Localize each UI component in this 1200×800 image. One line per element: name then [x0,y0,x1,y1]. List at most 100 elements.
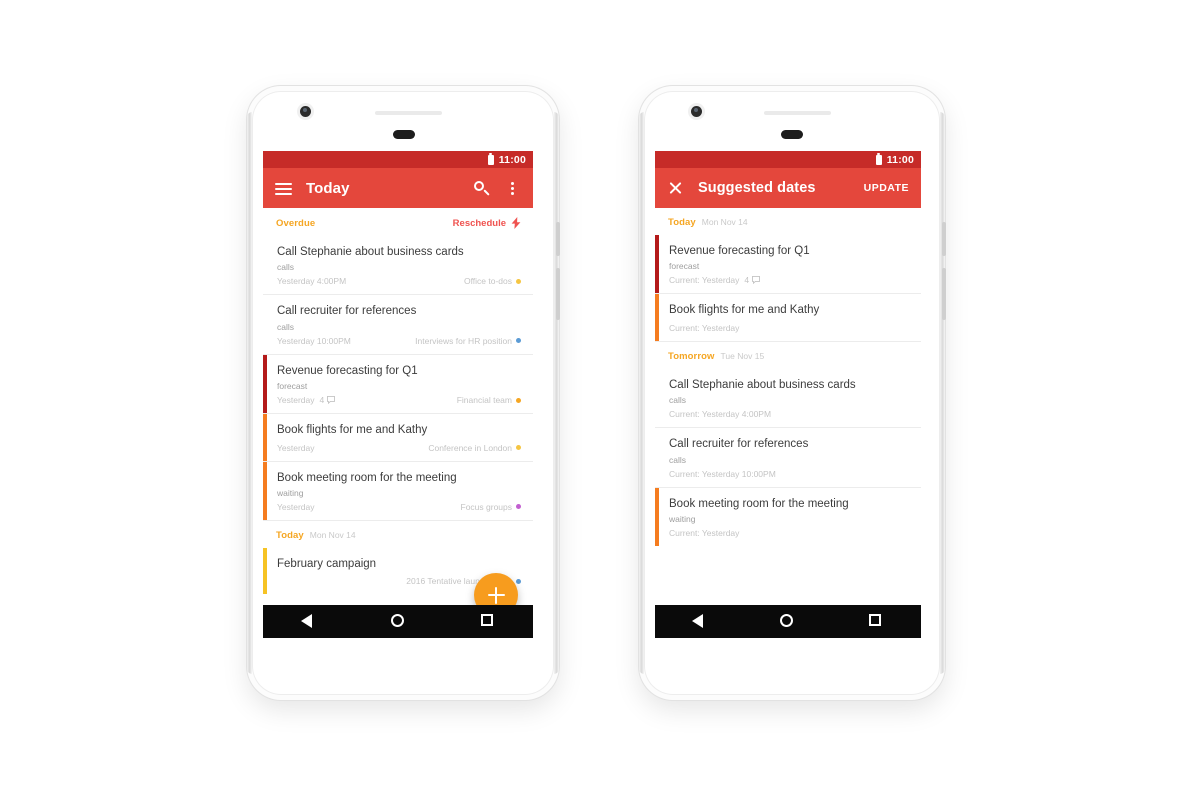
task-row[interactable]: Call recruiter for references calls Yest… [263,295,533,355]
status-bar-left: 11:00 [263,151,533,168]
priority-bar [263,461,267,520]
task-title: Revenue forecasting for Q1 [669,245,810,257]
nav-home-icon[interactable] [390,614,406,629]
task-subtitle: calls [669,454,687,465]
task-row[interactable]: Call Stephanie about business cards call… [263,236,533,296]
section-label: Today [668,217,696,228]
nav-recents-icon[interactable] [480,614,496,629]
hamburger-menu-icon[interactable] [275,180,292,197]
task-meta: Current: Yesterday [669,323,909,333]
task-due-text: Current: Yesterday [669,322,740,333]
priority-bar [655,235,659,294]
task-row[interactable]: Call Stephanie about business cards call… [655,368,921,429]
task-due: Current: Yesterday [669,323,739,333]
task-tag-label: Office to-dos [463,276,512,287]
reschedule-action[interactable]: Reschedule [453,217,521,229]
section-label-group: Today Mon Nov 14 [276,530,356,541]
task-due: Yesterday [277,443,315,453]
phone-body-left: 11:00 Today Overdue Reschedule Call Step… [252,91,554,695]
power-button[interactable] [942,222,946,256]
comment-count-value: 4 [319,395,325,406]
task-tag: Office to-dos [464,276,521,286]
plus-icon-v [494,586,498,604]
task-row[interactable]: Book flights for me and Kathy Yesterday … [263,414,533,462]
app-bar-left: Today [263,168,533,208]
task-row[interactable]: Book meeting room for the meeting waitin… [655,487,921,572]
priority-bar [655,487,659,546]
task-due: Current: Yesterday [669,528,739,538]
battery-icon [875,152,882,165]
status-bar-right: 11:00 [655,151,921,168]
task-row[interactable]: Book meeting room for the meeting waitin… [263,461,533,521]
task-title: Call recruiter for references [277,305,417,318]
priority-bar [263,547,267,595]
screenshot-canvas: 11:00 Today Overdue Reschedule Call Step… [0,0,1200,800]
section-label-group: Overdue [276,218,315,229]
task-subtitle: waiting [669,513,696,524]
battery-icon [487,152,494,165]
priority-bar [655,428,659,486]
task-tag-label: Interviews for HR position [415,335,512,346]
section-label-group: Today Mon Nov 14 [668,217,748,228]
task-tag-dot [516,445,521,450]
page-title: Today [306,179,350,197]
nav-home-icon[interactable] [780,614,795,629]
task-due-text: Yesterday 4:00PM [277,276,347,287]
task-row[interactable]: Book flights for me and Kathy Current: Y… [655,294,921,342]
speaker-grille [375,111,442,115]
task-due: Yesterday 10:00PM [277,336,351,346]
task-due: Current: Yesterday 4:00PM [669,409,771,419]
comment-count: 4 [744,275,761,285]
task-due-text: Yesterday [277,501,315,512]
power-button[interactable] [556,222,560,256]
task-due-text: Current: Yesterday [669,275,740,286]
suggested-dates-list[interactable]: Today Mon Nov 14 Revenue forecasting for… [655,208,921,638]
priority-bar [263,414,267,461]
task-tag: Focus groups [461,502,521,512]
task-due: Current: Yesterday 10:00PM [669,469,776,479]
task-due-text: Yesterday [277,395,315,406]
nav-back-icon[interactable] [300,614,316,629]
overflow-menu-icon[interactable] [504,180,521,197]
nav-recents-icon[interactable] [869,614,884,629]
section-label-group: Tomorrow Tue Nov 15 [668,351,764,362]
phone-device-left: 11:00 Today Overdue Reschedule Call Step… [247,86,560,700]
task-due-text: Current: Yesterday 4:00PM [669,409,772,420]
task-due-text: Current: Yesterday [669,527,740,538]
task-due-text: Yesterday [277,442,315,453]
front-camera-icon [691,106,702,117]
update-button[interactable]: UPDATE [864,182,909,194]
nav-back-icon[interactable] [691,614,707,629]
reschedule-label: Reschedule [452,217,506,229]
phone-device-right: 11:00 Suggested dates UPDATE Today Mon N… [639,86,946,700]
task-subtitle: calls [277,321,295,332]
task-meta: Current: Yesterday 10:00PM [669,469,909,479]
task-row[interactable]: Revenue forecasting for Q1 forecast Curr… [655,235,921,295]
priority-bar [263,236,267,294]
volume-button[interactable] [942,268,946,320]
search-icon[interactable] [473,180,490,197]
phone-edge-right [940,112,945,674]
volume-button[interactable] [556,268,560,320]
close-icon[interactable] [667,180,684,197]
task-due: Yesterday 4:00PM [277,276,346,286]
task-row[interactable]: Call recruiter for references calls Curr… [655,428,921,488]
section-label: Today [276,529,304,541]
task-tag-dot [516,278,521,284]
task-meta: Yesterday 4 Financial team [277,395,521,405]
task-title: February campaign [277,557,377,570]
android-nav-bar-left [263,605,533,638]
task-row[interactable]: Revenue forecasting for Q1 forecast Yest… [263,354,533,415]
page-title: Suggested dates [698,180,816,196]
task-tag-label: Conference in London [428,442,512,453]
task-due: Yesterday 4 [277,395,336,406]
task-tag-label: Financial team [456,395,512,406]
speaker-grille [764,111,831,115]
priority-bar [655,294,659,341]
task-subtitle: waiting [277,487,304,498]
section-date: Tue Nov 15 [720,350,765,361]
task-due-text: Yesterday 10:00PM [277,335,351,346]
task-tag-dot [516,504,521,510]
task-due: Yesterday [277,502,315,512]
lightning-bolt-icon [511,217,521,229]
